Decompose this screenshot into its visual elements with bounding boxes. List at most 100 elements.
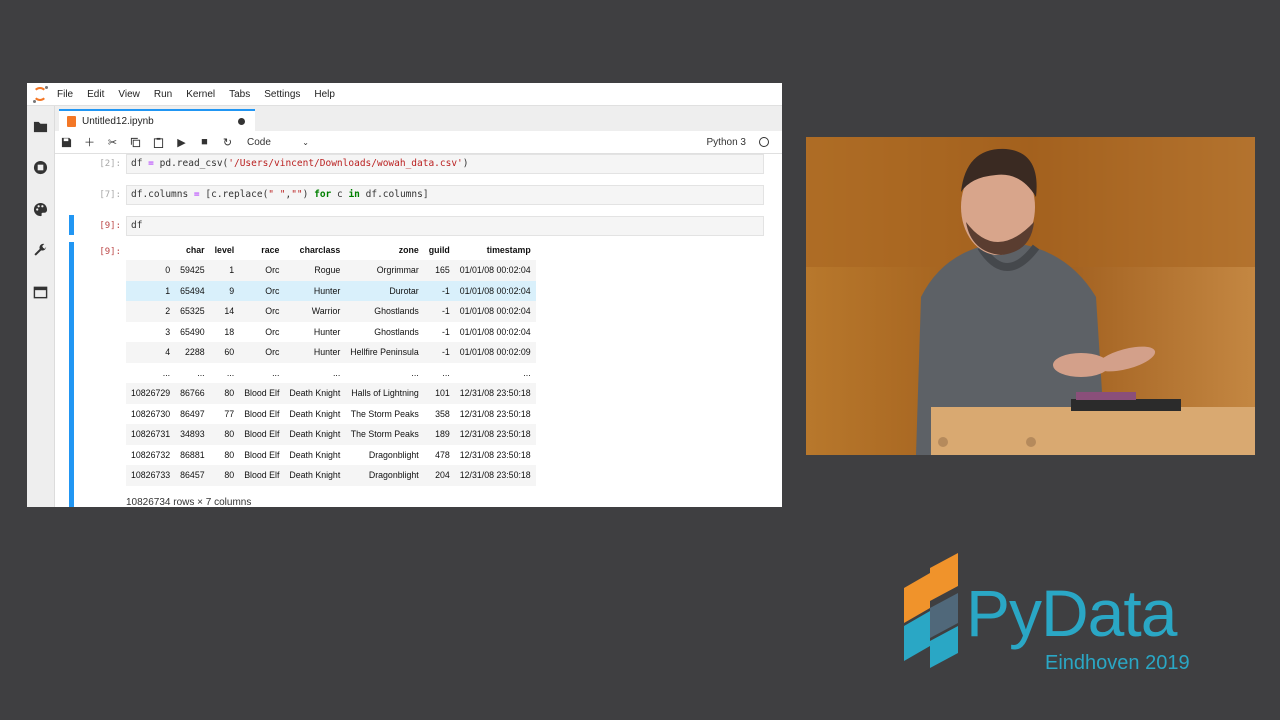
folder-icon[interactable] xyxy=(33,119,48,134)
table-cell: 86457 xyxy=(180,470,205,481)
table-cell: 01/01/08 00:02:04 xyxy=(459,285,531,296)
table-row: 10826732 86881 80 Blood Elf Death Knight Drag… xyxy=(126,445,536,466)
row-index: 1 xyxy=(165,285,171,296)
table-cell: Ghostlands xyxy=(374,306,419,317)
column-header: charclass xyxy=(299,245,341,255)
table-cell: 80 xyxy=(224,429,235,440)
table-cell: Orc xyxy=(265,285,280,296)
table-cell: 12/31/08 23:50:18 xyxy=(459,388,531,399)
menu-kernel[interactable]: Kernel xyxy=(186,89,215,100)
table-cell: Halls of Lightning xyxy=(351,388,419,399)
kernel-name[interactable]: Python 3 xyxy=(707,137,746,148)
column-header: zone xyxy=(398,245,419,255)
table-row: 4 2288 60 Orc Hunter Hellfire Peninsula -1 01/0… xyxy=(126,342,536,363)
unsaved-indicator-icon[interactable] xyxy=(238,118,245,125)
menu-file[interactable]: File xyxy=(57,89,73,100)
table-cell: 9 xyxy=(229,285,235,296)
menu-help[interactable]: Help xyxy=(314,89,335,100)
code-cell-editor[interactable]: df = pd.read_csv('/Users/vincent/Downloa… xyxy=(126,154,764,174)
run-icon[interactable]: ▶ xyxy=(170,131,193,153)
cell-type-select[interactable]: Code ⌄ xyxy=(247,137,309,148)
cell-type-value: Code xyxy=(247,136,271,148)
menu-settings[interactable]: Settings xyxy=(264,89,300,100)
jupyter-logo-icon xyxy=(27,83,57,105)
menu-run[interactable]: Run xyxy=(154,89,172,100)
table-cell: 01/01/08 00:02:09 xyxy=(459,347,531,358)
table-cell: 12/31/08 23:50:18 xyxy=(459,408,531,419)
table-cell: Orc xyxy=(265,347,280,358)
table-cell: -1 xyxy=(441,285,450,296)
table-cell: Death Knight xyxy=(289,429,341,440)
row-index: 10826730 xyxy=(131,408,171,419)
table-cell: ... xyxy=(523,367,531,378)
column-header: guild xyxy=(428,245,450,255)
table-cell: -1 xyxy=(441,306,450,317)
table-cell: -1 xyxy=(441,347,450,358)
menu-tabs[interactable]: Tabs xyxy=(229,89,250,100)
table-cell: 80 xyxy=(224,470,235,481)
row-index: 10826731 xyxy=(131,429,171,440)
table-cell: Blood Elf xyxy=(244,470,280,481)
jupyterlab-window: File Edit View Run Kernel Tabs Settings … xyxy=(27,83,782,507)
table-cell: Death Knight xyxy=(289,388,341,399)
copy-icon[interactable] xyxy=(124,131,147,153)
code-cell-editor[interactable]: df.columns = [c.replace(" ","") for c in… xyxy=(126,185,764,205)
paste-icon[interactable] xyxy=(147,131,170,153)
row-index: 4 xyxy=(165,347,171,358)
table-cell: 86766 xyxy=(180,388,205,399)
wrench-icon[interactable] xyxy=(33,243,48,258)
table-cell: Blood Elf xyxy=(244,388,280,399)
column-header: timestamp xyxy=(486,245,531,255)
table-row: 10826733 86457 80 Blood Elf Death Knight Drag… xyxy=(126,465,536,486)
table-cell: Hunter xyxy=(313,285,341,296)
table-row: 0 59425 1 Orc Rogue Orgrimmar 165 01/01/08 00:0… xyxy=(126,260,536,281)
table-cell: Death Knight xyxy=(289,449,341,460)
table-cell: ... xyxy=(442,367,450,378)
table-cell: 80 xyxy=(224,449,235,460)
table-cell: Dragonblight xyxy=(368,470,419,481)
column-header: char xyxy=(186,245,205,255)
notebook-tab[interactable]: Untitled12.ipynb xyxy=(59,109,255,131)
table-cell: 65490 xyxy=(180,326,205,337)
table-cell: Death Knight xyxy=(289,408,341,419)
table-cell: Death Knight xyxy=(289,470,341,481)
table-cell: 59425 xyxy=(180,265,205,276)
table-cell: Blood Elf xyxy=(244,408,280,419)
cut-icon[interactable]: ✂ xyxy=(101,131,124,153)
table-cell: The Storm Peaks xyxy=(350,429,419,440)
table-cell: 2288 xyxy=(185,347,205,358)
column-header xyxy=(126,240,175,260)
menu-edit[interactable]: Edit xyxy=(87,89,104,100)
row-index: 2 xyxy=(165,306,171,317)
row-index: 0 xyxy=(165,265,171,276)
input-prompt: [2]: xyxy=(99,159,121,169)
table-row: 2 65325 14 Orc Warrior Ghostlands -1 01/01/08 0… xyxy=(126,301,536,322)
restart-icon[interactable]: ↻ xyxy=(216,131,239,153)
table-cell: Orgrimmar xyxy=(376,265,419,276)
table-cell: 86881 xyxy=(180,449,205,460)
main-dock-area: Untitled12.ipynb ＋ ✂ ▶ ■ ↻ Code ⌄ Python… xyxy=(55,106,782,507)
tabs-icon[interactable] xyxy=(33,285,48,300)
output-prompt: [9]: xyxy=(99,247,121,257)
row-index: 3 xyxy=(165,326,171,337)
table-cell: ... xyxy=(332,367,341,378)
row-index: 10826729 xyxy=(131,388,171,399)
save-icon[interactable] xyxy=(55,131,78,153)
output-collapser[interactable] xyxy=(69,242,74,507)
table-cell: 01/01/08 00:02:04 xyxy=(459,326,531,337)
add-cell-icon[interactable]: ＋ xyxy=(78,131,101,153)
palette-icon[interactable] xyxy=(33,202,48,217)
table-row: 1 65494 9 Orc Hunter Durotar -1 01/01/08 00:02:… xyxy=(126,280,536,301)
running-icon[interactable] xyxy=(33,160,48,175)
table-cell: Blood Elf xyxy=(244,449,280,460)
code-cell-editor[interactable]: df xyxy=(126,216,764,236)
input-prompt: [9]: xyxy=(99,221,121,231)
table-row: 10826731 34893 80 Blood Elf Death Knight The … xyxy=(126,424,536,445)
notebook-panel[interactable]: [2]: df = pd.read_csv('/Users/vincent/Do… xyxy=(55,154,782,507)
table-header-row: char level race charclass zone guild timestamp xyxy=(126,240,536,260)
pydata-wordmark: PyData xyxy=(966,576,1177,650)
menu-view[interactable]: View xyxy=(118,89,140,100)
stop-icon[interactable]: ■ xyxy=(193,131,216,153)
table-cell: Hunter xyxy=(313,326,341,337)
table-row: 3 65490 18 Orc Hunter Ghostlands -1 01/01/08 00… xyxy=(126,322,536,343)
